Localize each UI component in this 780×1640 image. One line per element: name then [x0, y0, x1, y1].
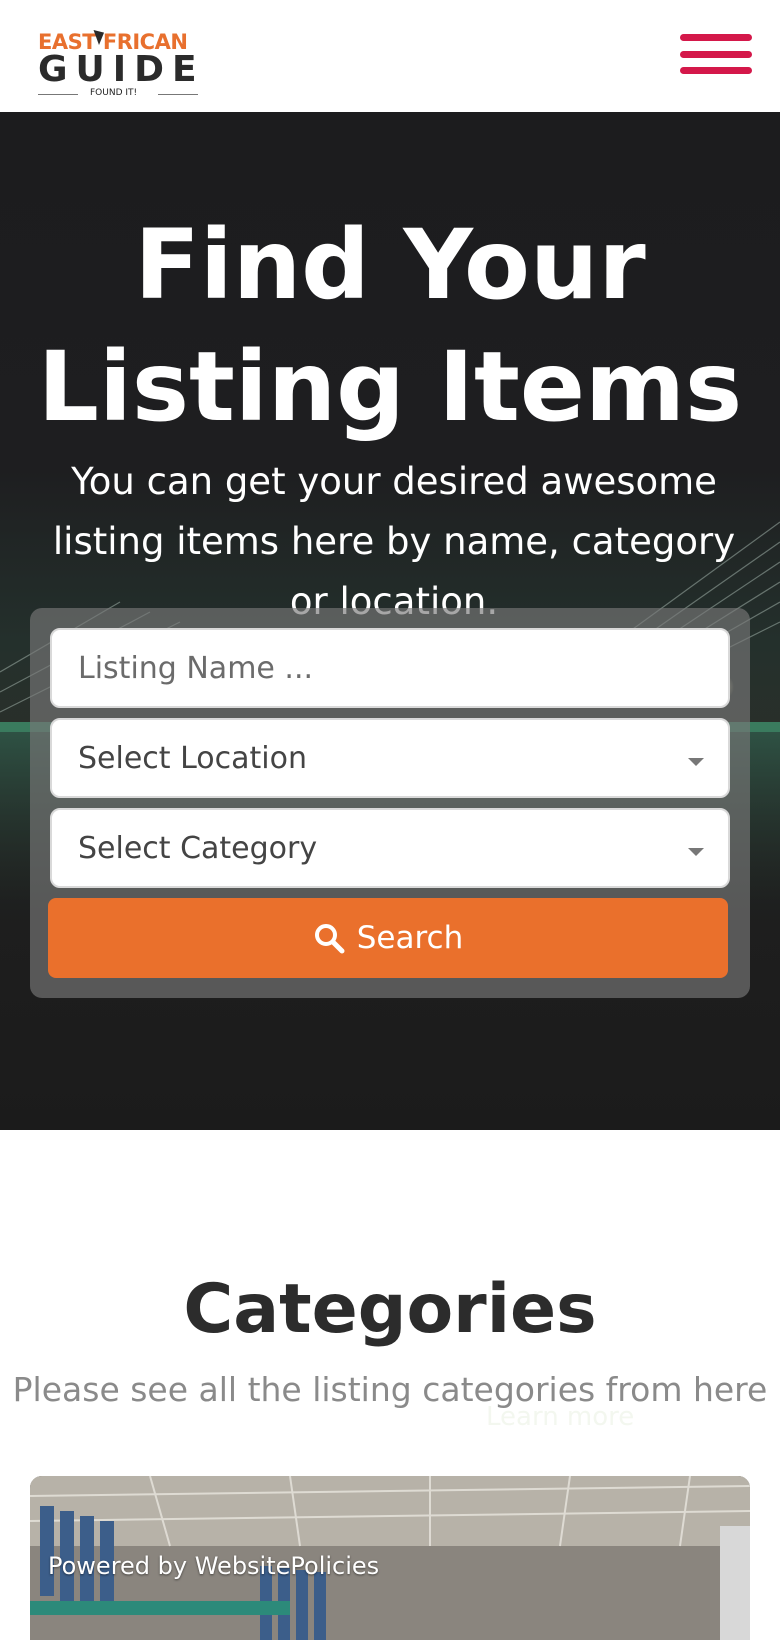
hamburger-menu-icon[interactable] [680, 34, 752, 74]
location-select-label: Select Location [78, 740, 307, 776]
logo-tagline: FOUND IT! [90, 88, 138, 98]
listing-name-input[interactable]: Listing Name ... [50, 628, 730, 708]
search-button-label: Search [356, 920, 464, 956]
site-logo[interactable]: EAST FRICAN GUIDE FOUND IT! [30, 18, 205, 102]
search-icon [314, 924, 345, 954]
search-button[interactable]: Search [48, 898, 728, 978]
category-select-label: Select Category [78, 830, 318, 866]
learn-more-link[interactable]: Learn more [486, 1402, 634, 1432]
search-panel: Listing Name ... Select Location Select … [30, 608, 750, 998]
categories-subtitle: Please see all the listing categories fr… [12, 1370, 768, 1409]
hero-subtitle: You can get your desired awesome listing… [52, 460, 736, 623]
hero-title: Find Your Listing Items [0, 204, 780, 448]
hero-title-line2: Listing Items [37, 331, 743, 443]
dropdown-caret-icon [688, 848, 704, 856]
logo-main-text: GUIDE [38, 49, 205, 90]
site-header: EAST FRICAN GUIDE FOUND IT! [0, 0, 780, 112]
logo-divider [38, 94, 78, 95]
hero-title-line1: Find Your [134, 209, 646, 321]
powered-by-overlay[interactable]: Powered by WebsitePolicies [48, 1552, 379, 1580]
categories-title: Categories [183, 1270, 597, 1349]
dropdown-caret-icon [688, 758, 704, 766]
logo-divider [158, 94, 198, 95]
hero-section: Find Your Listing Items You can get your… [0, 112, 780, 1130]
category-select[interactable]: Select Category [50, 808, 730, 888]
location-select[interactable]: Select Location [50, 718, 730, 798]
